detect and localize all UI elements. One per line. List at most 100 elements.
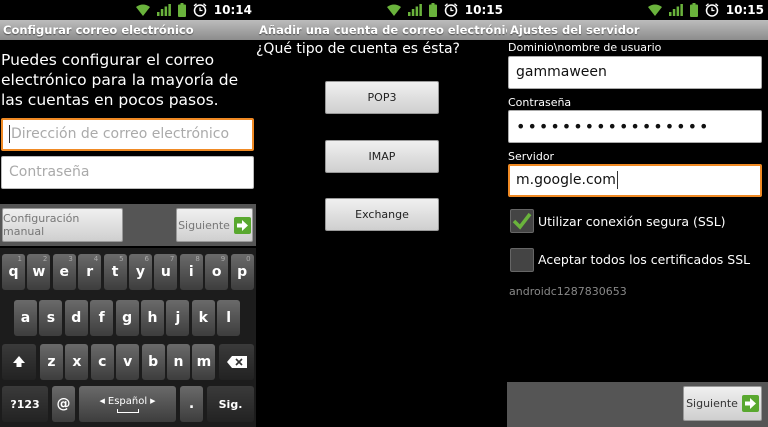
key-label: p [237, 264, 248, 280]
key-label: t [111, 264, 119, 280]
email-field[interactable]: Dirección de correo electrónico [1, 118, 254, 151]
pop3-label: POP3 [367, 91, 397, 104]
key-y[interactable]: y6 [129, 254, 152, 290]
accept-certs-checkbox[interactable] [510, 248, 534, 272]
imap-button[interactable]: IMAP [325, 140, 439, 173]
key-label: ?123 [10, 397, 40, 411]
delete-key[interactable] [219, 344, 254, 380]
ssl-checkbox[interactable] [510, 209, 534, 233]
symbols-key[interactable]: ?123 [2, 386, 48, 422]
password-field[interactable]: ••••••••••••••••• [508, 110, 762, 143]
language-label: Español [107, 395, 148, 407]
key-label: @ [56, 396, 71, 412]
key-label: y [135, 264, 146, 280]
arrow-right-icon [741, 395, 759, 412]
period-key[interactable]: . [180, 386, 203, 422]
key-label: c [98, 354, 107, 370]
key-label: q [8, 264, 19, 280]
key-v[interactable]: v [116, 344, 140, 380]
server-value: m.google.com [516, 172, 616, 188]
key-label: l [226, 310, 232, 326]
battery-icon [177, 3, 186, 17]
key-label: z [47, 354, 56, 370]
key-a[interactable]: a [14, 300, 37, 336]
key-label: g [122, 310, 133, 326]
key-r[interactable]: r4 [78, 254, 102, 290]
action-bar: Configuración manual Siguiente [0, 204, 256, 246]
key-label: x [72, 354, 82, 370]
server-field[interactable]: m.google.com [508, 164, 762, 197]
account-type-screen: 10:15 Añadir una cuenta de correo electr… [256, 0, 507, 427]
key-hint: 4 [93, 255, 99, 263]
key-label: v [123, 354, 133, 370]
key-label: m [196, 354, 212, 370]
key-j[interactable]: j [166, 300, 190, 336]
username-field[interactable]: gammaween [508, 56, 762, 89]
key-u[interactable]: u7 [154, 254, 178, 290]
key-label: u [160, 264, 171, 280]
key-g[interactable]: g [115, 300, 139, 336]
key-hint: 2 [42, 255, 48, 263]
space-key[interactable]: ◀ Español ▶ [79, 386, 176, 422]
key-t[interactable]: t5 [103, 254, 127, 290]
soft-keyboard: q 1 w 2 e 3 r 4 t 5 y 6 u 7 i 8 o 9 p 0 a s d f g h j k l z x c v b n m ?123… [0, 248, 256, 427]
key-c[interactable]: c [90, 344, 114, 380]
signal-icon [156, 4, 171, 16]
key-s[interactable]: s [39, 300, 63, 336]
wifi-icon [386, 4, 401, 16]
key-n[interactable]: n [167, 344, 190, 380]
accept-certs-label: Aceptar todos los certificados SSL [538, 252, 751, 267]
password-placeholder: Contraseña [9, 164, 90, 180]
key-d[interactable]: d [64, 300, 88, 336]
signal-icon [407, 4, 422, 16]
imap-label: IMAP [368, 150, 396, 163]
at-key[interactable]: @ [52, 386, 75, 422]
key-q[interactable]: q1 [2, 254, 25, 290]
manual-setup-button[interactable]: Configuración manual [2, 208, 123, 242]
password-field[interactable]: Contraseña [1, 156, 254, 189]
key-label: n [173, 354, 184, 370]
setup-email-screen: 10:14 Configurar correo electrónico Pued… [0, 0, 256, 427]
server-label: Servidor [508, 150, 555, 163]
key-b[interactable]: b [141, 344, 165, 380]
text-cursor [9, 125, 10, 143]
key-e[interactable]: e3 [52, 254, 76, 290]
key-w[interactable]: w2 [27, 254, 51, 290]
device-id: androidc1287830653 [509, 285, 627, 298]
battery-icon [428, 3, 437, 17]
pop3-button[interactable]: POP3 [325, 81, 439, 114]
next-button[interactable]: Siguiente [176, 208, 253, 242]
page-title: Añadir una cuenta de correo electrónico … [256, 20, 507, 40]
key-k[interactable]: k [191, 300, 215, 336]
username-value: gammaween [516, 64, 607, 80]
key-i[interactable]: i8 [179, 254, 203, 290]
key-f[interactable]: f [90, 300, 114, 336]
go-key[interactable]: Sig. [207, 386, 254, 422]
key-label: e [59, 264, 70, 280]
page-title: Configurar correo electrónico [0, 20, 256, 40]
key-o[interactable]: o9 [205, 254, 229, 290]
key-hint: 9 [220, 255, 226, 263]
key-p[interactable]: p0 [230, 254, 254, 290]
key-hint: 7 [169, 255, 175, 263]
key-h[interactable]: h [141, 300, 164, 336]
status-bar: 10:14 [0, 0, 256, 20]
key-x[interactable]: x [65, 344, 89, 380]
key-label: o [211, 264, 222, 280]
exchange-label: Exchange [355, 208, 409, 221]
space-label: ◀ Español ▶ [99, 396, 155, 407]
key-l[interactable]: l [217, 300, 241, 336]
key-hint: 0 [246, 255, 251, 263]
clock: 10:15 [725, 3, 764, 17]
next-label: Siguiente [686, 397, 738, 410]
key-m[interactable]: m [192, 344, 216, 380]
key-label: Sig. [218, 397, 243, 411]
exchange-button[interactable]: Exchange [325, 198, 439, 231]
alarm-icon [705, 3, 719, 17]
key-z[interactable]: z [40, 344, 63, 380]
shift-key[interactable] [2, 344, 36, 380]
next-button[interactable]: Siguiente [683, 386, 762, 421]
clock: 10:15 [464, 3, 503, 17]
key-label: j [175, 310, 181, 326]
question-text: ¿Qué tipo de cuenta es ésta? [256, 41, 460, 57]
